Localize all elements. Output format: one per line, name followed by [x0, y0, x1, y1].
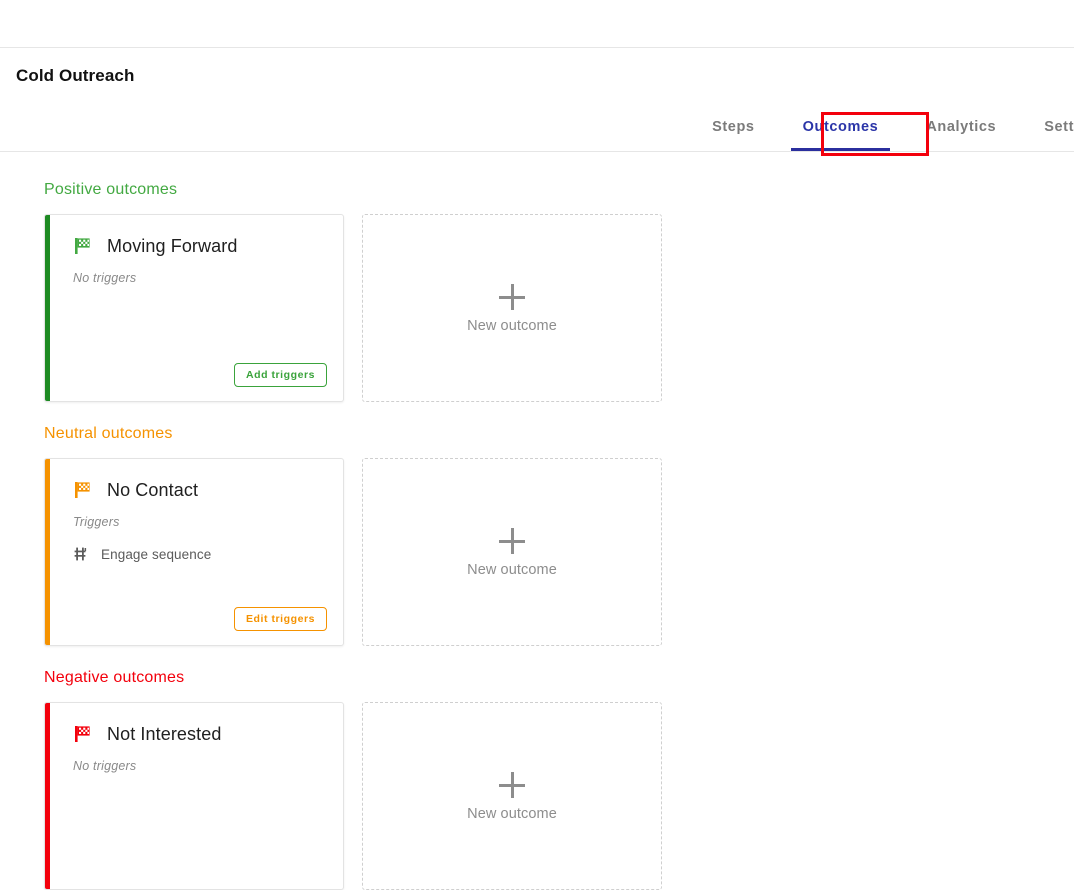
- new-outcome-label: New outcome: [467, 318, 557, 334]
- page-header: Cold Outreach: [0, 48, 1074, 86]
- outcome-card-moving-forward[interactable]: Moving Forward No triggers Add triggers: [44, 214, 344, 402]
- tab-outcomes[interactable]: Outcomes: [790, 119, 891, 151]
- cards-row-neutral: No Contact Triggers Engage sequence Edit…: [44, 458, 1074, 646]
- tab-settings[interactable]: Sett: [1044, 119, 1074, 151]
- card-footer: Edit triggers: [73, 607, 327, 631]
- outcome-card-not-interested[interactable]: Not Interested No triggers: [44, 702, 344, 890]
- triggers-label: No triggers: [73, 271, 137, 285]
- section-title-neutral: Neutral outcomes: [44, 425, 173, 442]
- outcomes-content: Positive outcomes Moving Forward No trig…: [0, 152, 1074, 890]
- card-header: Moving Forward: [73, 235, 327, 257]
- page-title: Cold Outreach: [16, 66, 135, 85]
- tab-analytics[interactable]: Analytics: [926, 119, 996, 151]
- tab-steps[interactable]: Steps: [712, 119, 755, 151]
- checkered-flag-icon: [75, 482, 90, 498]
- accent-bar-positive: [45, 215, 50, 401]
- section-positive-outcomes: Positive outcomes Moving Forward No trig…: [44, 180, 1074, 402]
- triggers-label: Triggers: [73, 515, 120, 529]
- card-header: No Contact: [73, 479, 327, 501]
- new-outcome-card-negative[interactable]: New outcome: [362, 702, 662, 890]
- new-outcome-label: New outcome: [467, 562, 557, 578]
- card-footer: Add triggers: [73, 363, 327, 387]
- card-header: Not Interested: [73, 723, 327, 745]
- cards-row-positive: Moving Forward No triggers Add triggers …: [44, 214, 1074, 402]
- outcome-name: Not Interested: [107, 724, 222, 744]
- section-neutral-outcomes: Neutral outcomes No Contact Triggers Eng…: [44, 424, 1074, 646]
- trigger-label: Engage sequence: [101, 546, 212, 562]
- plus-icon: [497, 770, 527, 800]
- outcome-name: Moving Forward: [107, 236, 238, 256]
- edit-triggers-button[interactable]: Edit triggers: [234, 607, 327, 631]
- section-title-positive: Positive outcomes: [44, 181, 178, 198]
- outcome-card-no-contact[interactable]: No Contact Triggers Engage sequence Edit…: [44, 458, 344, 646]
- plus-icon: [497, 526, 527, 556]
- plus-icon: [497, 282, 527, 312]
- checkered-flag-icon: [75, 726, 90, 742]
- new-outcome-card-positive[interactable]: New outcome: [362, 214, 662, 402]
- cards-row-negative: Not Interested No triggers New outcome: [44, 702, 1074, 890]
- add-triggers-button[interactable]: Add triggers: [233, 363, 327, 387]
- new-outcome-card-neutral[interactable]: New outcome: [362, 458, 662, 646]
- new-outcome-label: New outcome: [467, 806, 557, 822]
- accent-bar-neutral: [45, 459, 50, 645]
- trigger-item[interactable]: Engage sequence: [73, 546, 327, 562]
- section-negative-outcomes: Negative outcomes Not Interested No trig…: [44, 668, 1074, 890]
- accent-bar-negative: [45, 703, 50, 889]
- section-title-negative: Negative outcomes: [44, 669, 185, 686]
- sequence-icon: [74, 547, 87, 561]
- tab-bar: Steps Outcomes Analytics Sett: [0, 104, 1074, 152]
- outcome-name: No Contact: [107, 480, 199, 500]
- triggers-label: No triggers: [73, 759, 137, 773]
- top-chrome-strip: [0, 0, 1074, 48]
- checkered-flag-icon: [75, 238, 90, 254]
